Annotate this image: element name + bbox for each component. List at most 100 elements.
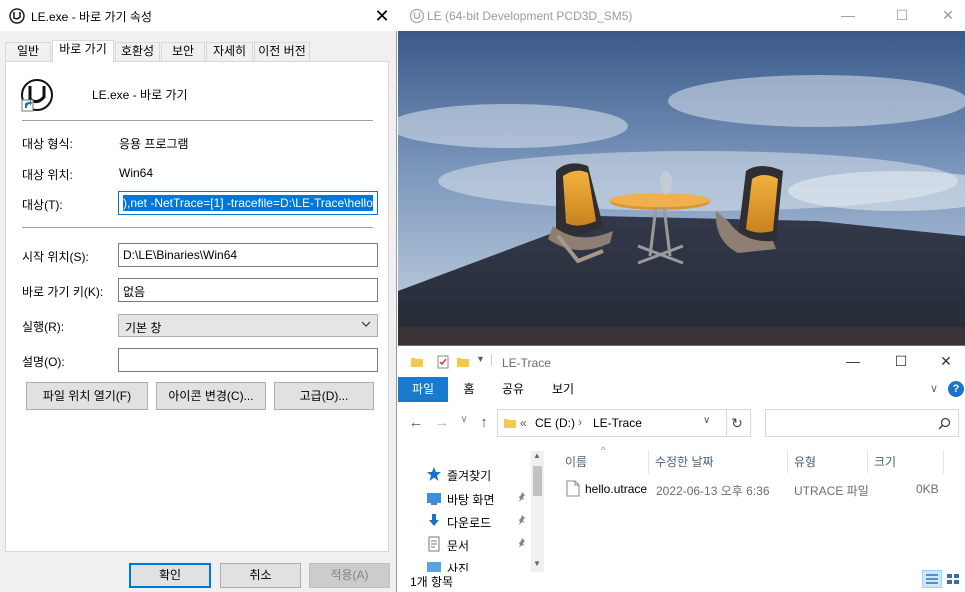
start-in-input[interactable]: D:\LE\Binaries\Win64 (118, 243, 378, 267)
table-row[interactable]: hello.utrace 2022-06-13 오후 6:36 UTRACE 파… (558, 478, 958, 500)
pin-icon[interactable] (516, 491, 528, 503)
explorer-titlebar: ▾ | LE-Trace — ☐ ✕ (398, 346, 965, 377)
tab-previous-versions[interactable]: 이전 버전 (254, 42, 310, 61)
nav-item-label: 바탕 화면 (447, 493, 495, 507)
tab-shortcut[interactable]: 바로 가기 (52, 40, 114, 62)
minimize-icon[interactable]: — (830, 346, 876, 377)
ok-button[interactable]: 확인 (129, 563, 211, 588)
scrollbar-thumb[interactable] (533, 466, 542, 496)
comment-input[interactable] (118, 348, 378, 372)
game-window: LE (64-bit Development PCD3D_SM5) — ☐ ✕ (398, 0, 965, 345)
change-icon-button[interactable]: 아이콘 변경(C)... (156, 382, 266, 410)
divider (22, 120, 373, 121)
new-folder-icon[interactable] (456, 355, 470, 369)
ribbon-tab-view[interactable]: 보기 (548, 377, 578, 402)
dialog-titlebar: LE.exe - 바로 가기 속성 ✕ (0, 0, 397, 31)
target-input[interactable]: ),net -NetTrace=[1] -tracefile=D:\LE-Tra… (118, 191, 378, 215)
column-header-size[interactable]: 크기 (868, 450, 944, 474)
status-item-count: 1개 항목 (410, 575, 454, 589)
run-select[interactable]: 기본 창 (118, 314, 378, 337)
comment-label: 설명(O): (22, 355, 65, 369)
pin-icon[interactable] (516, 537, 528, 549)
folder-icon (504, 419, 516, 428)
ribbon-tab-file[interactable]: 파일 (398, 377, 448, 402)
ribbon-tab-share[interactable]: 공유 (498, 377, 528, 402)
recent-locations-icon[interactable]: ∨ (454, 414, 474, 432)
column-header-modified[interactable]: 수정한 날짜 (649, 450, 788, 474)
divider (22, 227, 373, 228)
nav-item-label: 즐겨찾기 (447, 469, 492, 483)
search-input[interactable] (765, 409, 959, 437)
folder-icon (411, 358, 423, 367)
forward-icon[interactable]: → (432, 414, 452, 432)
game-viewport[interactable] (398, 31, 965, 345)
unreal-engine-icon (9, 8, 25, 24)
cancel-button[interactable]: 취소 (220, 563, 301, 588)
unreal-engine-shortcut-icon (21, 79, 53, 112)
download-icon (429, 514, 439, 526)
desktop-icon (427, 493, 441, 505)
target-input-text: ),net -NetTrace=[1] -tracefile=D:\LE-Tra… (123, 195, 373, 211)
explorer-title: LE-Trace (502, 356, 551, 370)
help-icon[interactable]: ? (948, 381, 964, 397)
shortcut-properties-dialog: LE.exe - 바로 가기 속성 ✕ 일반 바로 가기 호환성 보안 자세히 … (0, 0, 397, 592)
nav-item-pictures[interactable]: 사진 (420, 556, 532, 572)
picture-icon (427, 562, 441, 572)
column-header-type[interactable]: 유형 (788, 450, 868, 474)
breadcrumb-folder[interactable]: LE-Trace (593, 416, 642, 430)
game-titlebar: LE (64-bit Development PCD3D_SM5) — ☐ ✕ (398, 0, 965, 31)
details-view-icon[interactable] (922, 570, 942, 588)
nav-item-quick-access[interactable]: 즐겨찾기 (420, 463, 532, 485)
run-select-value: 기본 창 (125, 321, 162, 335)
close-icon[interactable]: ✕ (925, 0, 965, 31)
maximize-icon[interactable]: ☐ (879, 0, 925, 31)
document-icon (428, 536, 440, 552)
search-icon (938, 417, 951, 430)
maximize-icon[interactable]: ☐ (878, 346, 924, 377)
nav-item-label: 사진 (447, 562, 470, 572)
large-icons-view-icon[interactable] (943, 570, 963, 588)
address-bar[interactable]: « CE (D:) › LE-Trace ∨ (497, 409, 727, 437)
properties-icon[interactable] (436, 355, 450, 369)
refresh-icon[interactable]: ↻ (724, 409, 751, 437)
address-row: ← → ∨ ↑ « CE (D:) › LE-Trace ∨ ↻ (398, 406, 965, 440)
ribbon-tab-home[interactable]: 홈 (454, 377, 484, 402)
tab-general[interactable]: 일반 (5, 42, 51, 61)
shortcut-tab-panel: LE.exe - 바로 가기 대상 형식: 응용 프로그램 대상 위치: Win… (5, 61, 389, 552)
scroll-down-icon[interactable]: ▼ (533, 559, 541, 568)
advanced-button[interactable]: 고급(D)... (274, 382, 374, 410)
close-icon[interactable]: ✕ (923, 346, 965, 377)
nav-item-documents[interactable]: 문서 (420, 533, 532, 555)
nav-item-label: 문서 (447, 539, 470, 553)
qat-dropdown-icon[interactable]: ▾ (478, 354, 483, 365)
pin-icon[interactable] (516, 514, 528, 526)
ribbon-expand-icon[interactable]: ∨ (930, 382, 938, 395)
dialog-title: LE.exe - 바로 가기 속성 (31, 10, 152, 24)
nav-item-desktop[interactable]: 바탕 화면 (420, 487, 532, 509)
file-explorer-window: ▾ | LE-Trace — ☐ ✕ 파일 홈 공유 보기 ∨ ? ← → ∨ … (398, 345, 965, 592)
file-icon (566, 480, 580, 497)
breadcrumb-drive[interactable]: CE (D:) (535, 416, 575, 430)
target-type-label: 대상 형식: (22, 137, 73, 151)
chevron-down-icon[interactable]: ∨ (703, 415, 710, 426)
star-icon (427, 467, 441, 481)
open-file-location-button[interactable]: 파일 위치 열기(F) (26, 382, 148, 410)
navigation-scrollbar[interactable]: ▲ ▼ (531, 451, 544, 572)
separator: | (490, 352, 494, 366)
unreal-engine-icon (409, 8, 425, 24)
hotkey-input[interactable]: 없음 (118, 278, 378, 302)
tab-compatibility[interactable]: 호환성 (115, 42, 160, 61)
up-icon[interactable]: ↑ (474, 414, 494, 432)
chevron-down-icon (361, 321, 371, 327)
nav-item-downloads[interactable]: 다운로드 (420, 510, 532, 532)
file-modified: 2022-06-13 오후 6:36 (656, 484, 770, 498)
tab-security[interactable]: 보안 (161, 42, 205, 61)
apply-button[interactable]: 적용(A) (309, 563, 390, 588)
minimize-icon[interactable]: — (825, 0, 871, 31)
tab-details[interactable]: 자세히 (206, 42, 253, 61)
back-icon[interactable]: ← (406, 414, 426, 432)
file-name: hello.utrace (585, 482, 648, 496)
breadcrumb-overflow[interactable]: « (520, 416, 527, 430)
close-icon[interactable]: ✕ (368, 5, 396, 27)
scroll-up-icon[interactable]: ▲ (533, 451, 541, 460)
